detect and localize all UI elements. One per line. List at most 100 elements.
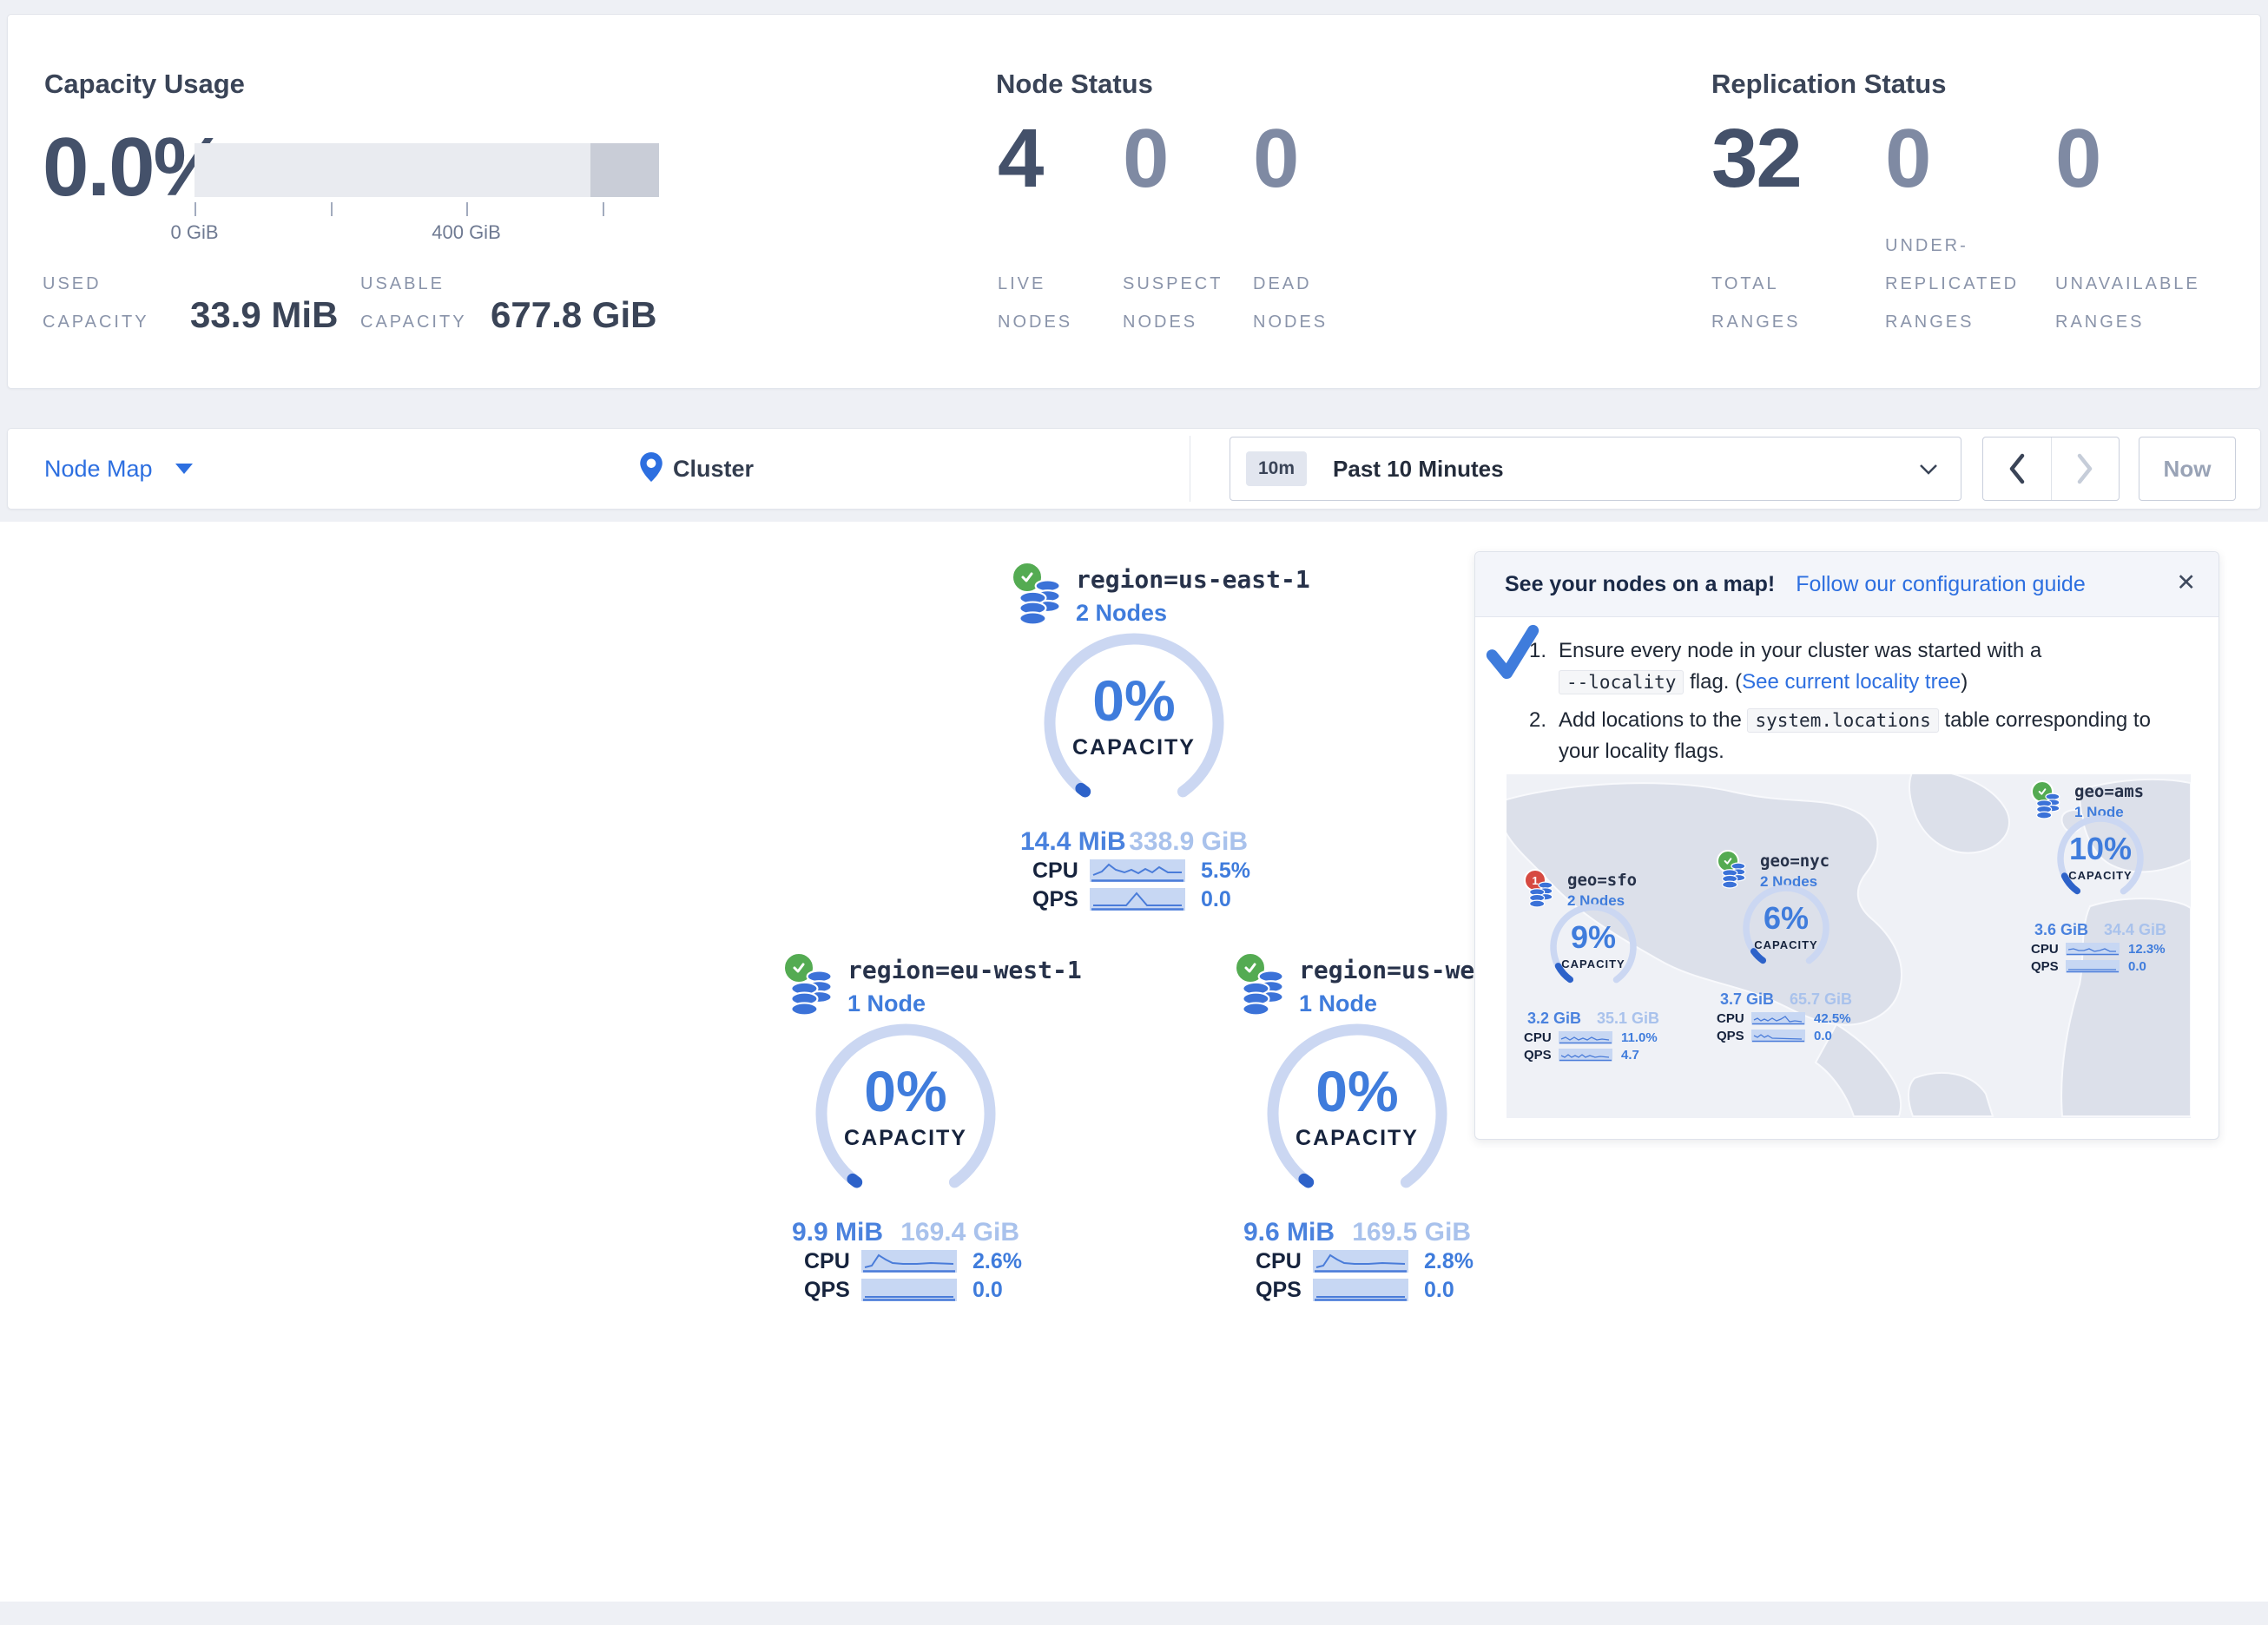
cpu-sparkline bbox=[1559, 1031, 1612, 1045]
locality-name: geo=sfo bbox=[1567, 871, 1637, 890]
replication-status-title: Replication Status bbox=[1711, 69, 1946, 100]
used-capacity: 3.7 GiB bbox=[1720, 990, 1774, 1009]
region-node-header: region=eu-west-1 1 Node bbox=[847, 956, 1082, 1017]
used-capacity-label: USED CAPACITY bbox=[43, 265, 149, 341]
total-capacity: 338.9 GiB bbox=[1129, 827, 1248, 857]
database-stack-icon bbox=[1019, 576, 1062, 630]
capacity-caption: CAPACITY bbox=[804, 1126, 1007, 1151]
capacity-bar-extra-segment bbox=[590, 143, 659, 197]
capacity-caption: CAPACITY bbox=[2048, 869, 2153, 882]
qps-sparkline bbox=[861, 1279, 957, 1303]
view-selector-label: Node Map bbox=[44, 456, 153, 483]
capacity-gauge: 9% CAPACITY 3.2 GiB 35.1 GiB bbox=[1541, 900, 1645, 990]
breadcrumb[interactable]: Cluster bbox=[640, 429, 754, 509]
node-status-title: Node Status bbox=[996, 69, 1153, 100]
under-replicated-ranges-label: UNDER- REPLICATED RANGES bbox=[1885, 227, 2019, 341]
unavailable-ranges-label: UNAVAILABLE RANGES bbox=[2055, 265, 2200, 341]
cpu-value: 2.6% bbox=[972, 1249, 1022, 1274]
close-icon[interactable]: ✕ bbox=[2176, 569, 2196, 596]
cpu-value: 2.8% bbox=[1424, 1249, 1474, 1274]
view-toolbar: Node Map Cluster 10m Past 10 Minutes No bbox=[7, 428, 2261, 510]
qps-metric-row: QPS 4.7 bbox=[1524, 1048, 1639, 1062]
qps-sparkline bbox=[1090, 888, 1185, 912]
configuration-guide-link[interactable]: Follow our configuration guide bbox=[1796, 572, 2086, 597]
used-capacity: 9.6 MiB bbox=[1243, 1218, 1335, 1247]
node-count-link[interactable]: 2 Nodes bbox=[1076, 600, 1310, 627]
qps-value: 0.0 bbox=[972, 1278, 1003, 1303]
capacity-percent: 0% bbox=[1032, 668, 1236, 734]
cpu-metric-row: CPU 11.0% bbox=[1524, 1030, 1658, 1045]
capacity-axis-tick bbox=[331, 202, 333, 216]
total-capacity: 169.4 GiB bbox=[900, 1218, 1019, 1247]
cluster-summary-bar: Capacity Usage 0.0% 0 GiB 400 GiB USED C… bbox=[7, 14, 2261, 389]
qps-sparkline bbox=[2066, 960, 2120, 974]
qps-sparkline bbox=[1751, 1030, 1805, 1043]
location-pin-icon bbox=[640, 452, 663, 486]
dead-nodes-label: DEAD NODES bbox=[1253, 265, 1328, 341]
qps-metric-row: QPS 0.0 bbox=[1256, 1278, 1454, 1303]
used-capacity: 3.2 GiB bbox=[1527, 1010, 1581, 1028]
qps-sparkline bbox=[1313, 1279, 1408, 1303]
total-capacity: 169.5 GiB bbox=[1352, 1218, 1471, 1247]
now-button[interactable]: Now bbox=[2139, 437, 2236, 501]
region-name: region=us-east-1 bbox=[1076, 565, 1310, 594]
cpu-metric-row: CPU 2.6% bbox=[804, 1249, 1022, 1274]
cpu-sparkline bbox=[1751, 1012, 1805, 1026]
setup-step-2: 2. Add locations to the system.locations… bbox=[1529, 705, 2172, 767]
used-capacity: 14.4 MiB bbox=[1020, 827, 1126, 857]
capacity-gauge: 0% CAPACITY 9.9 MiB 169.4 GiB bbox=[804, 1020, 1007, 1207]
node-map-page: Capacity Usage 0.0% 0 GiB 400 GiB USED C… bbox=[0, 0, 2268, 1625]
locality-tree-link[interactable]: See current locality tree bbox=[1742, 670, 1961, 694]
cpu-sparkline bbox=[861, 1250, 957, 1274]
locality-name: geo=ams bbox=[2074, 782, 2144, 801]
locality-flag-code: --locality bbox=[1559, 670, 1684, 694]
time-range-label: Past 10 Minutes bbox=[1333, 456, 1504, 483]
capacity-axis-tick bbox=[603, 202, 604, 216]
setup-steps: 1. Ensure every node in your cluster was… bbox=[1529, 635, 2172, 774]
time-back-button[interactable] bbox=[1983, 438, 2052, 500]
capacity-usage-title: Capacity Usage bbox=[44, 69, 245, 100]
cpu-sparkline bbox=[2066, 943, 2120, 957]
capacity-gauge: 0% CAPACITY 14.4 MiB 338.9 GiB bbox=[1032, 629, 1236, 817]
capacity-caption: CAPACITY bbox=[1032, 735, 1236, 760]
tooltip-header: See your nodes on a map! Follow our conf… bbox=[1475, 552, 2219, 617]
time-forward-button[interactable] bbox=[2052, 438, 2120, 500]
time-range-dropdown[interactable]: 10m Past 10 Minutes bbox=[1230, 437, 1961, 501]
capacity-percent: 0% bbox=[1256, 1058, 1459, 1124]
unavailable-ranges-value: 0 bbox=[2055, 117, 2100, 201]
capacity-values: 14.4 MiB 338.9 GiB bbox=[1020, 827, 1248, 857]
capacity-percent: 10% bbox=[2048, 831, 2153, 867]
capacity-percent: 6% bbox=[1734, 900, 1838, 937]
cpu-value: 5.5% bbox=[1201, 859, 1250, 884]
qps-sparkline bbox=[1559, 1049, 1612, 1062]
system-locations-code: system.locations bbox=[1747, 708, 1938, 733]
total-ranges-value: 32 bbox=[1711, 117, 1801, 201]
database-stack-icon bbox=[790, 966, 834, 1021]
cpu-metric-row: CPU 2.8% bbox=[1256, 1249, 1474, 1274]
dead-nodes-value: 0 bbox=[1253, 117, 1297, 201]
live-nodes-value: 4 bbox=[998, 117, 1042, 201]
capacity-axis-label-0: 0 GiB bbox=[142, 221, 247, 244]
region-name: region=eu-west-1 bbox=[847, 956, 1082, 984]
region-node-header: region=us-east-1 2 Nodes bbox=[1076, 565, 1310, 627]
used-capacity: 3.6 GiB bbox=[2034, 921, 2088, 939]
capacity-caption: CAPACITY bbox=[1541, 957, 1645, 970]
node-count-link[interactable]: 1 Node bbox=[847, 990, 1082, 1017]
usable-capacity-label: USABLE CAPACITY bbox=[360, 265, 467, 341]
capacity-axis-label-400: 400 GiB bbox=[405, 221, 527, 244]
capacity-usage-bar bbox=[194, 143, 659, 197]
total-ranges-label: TOTAL RANGES bbox=[1711, 265, 1800, 341]
capacity-caption: CAPACITY bbox=[1256, 1126, 1459, 1151]
qps-value: 0.0 bbox=[1424, 1278, 1454, 1303]
suspect-nodes-label: SUSPECT NODES bbox=[1123, 265, 1223, 341]
view-selector-dropdown[interactable]: Node Map bbox=[44, 429, 193, 509]
cpu-sparkline bbox=[1313, 1250, 1408, 1274]
total-capacity: 65.7 GiB bbox=[1790, 990, 1852, 1009]
qps-metric-row: QPS 0.0 bbox=[1717, 1029, 1832, 1043]
locality-name: geo=nyc bbox=[1760, 852, 1830, 871]
map-configuration-tooltip: See your nodes on a map! Follow our conf… bbox=[1474, 551, 2219, 1140]
qps-metric-row: QPS 0.0 bbox=[2031, 959, 2146, 974]
cpu-sparkline bbox=[1090, 859, 1185, 884]
capacity-values: 9.9 MiB 169.4 GiB bbox=[792, 1218, 1019, 1247]
cpu-label: CPU bbox=[1256, 1249, 1313, 1274]
